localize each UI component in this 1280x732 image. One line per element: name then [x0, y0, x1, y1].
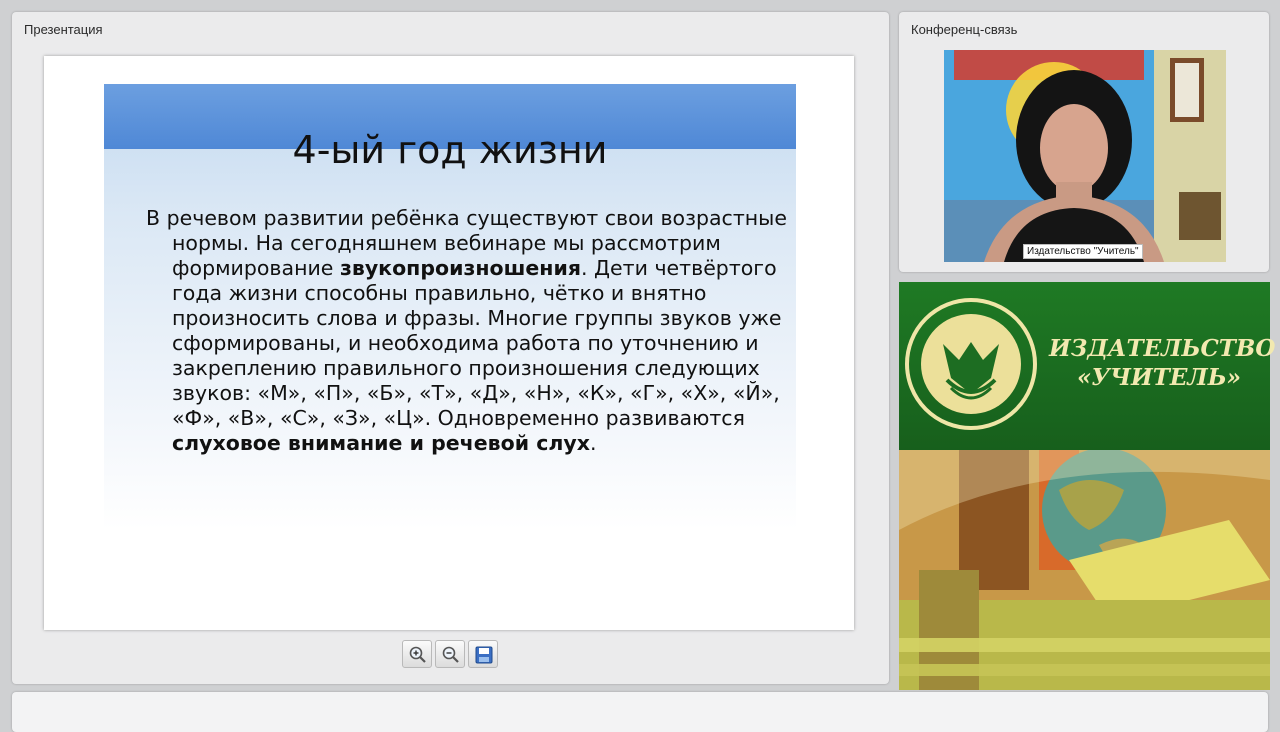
- presentation-panel: Презентация 4-ый год жизни В речевом раз…: [12, 12, 889, 684]
- publisher-banner: ИЗДАТЕЛЬСТВО «УЧИТЕЛЬ»: [899, 282, 1276, 450]
- slide-title: 4-ый год жизни: [292, 128, 608, 172]
- decorative-books-illustration: [899, 450, 1270, 690]
- books-globe-image: [899, 450, 1270, 690]
- open-book-emblem-icon: [943, 342, 999, 400]
- zoom-in-button[interactable]: [402, 640, 432, 668]
- slide-text-bold-2: слуховое внимание и речевой слух: [172, 431, 590, 455]
- save-button[interactable]: [468, 640, 498, 668]
- slide: 4-ый год жизни В речевом развитии ребёнк…: [104, 84, 796, 530]
- participant-name-tag: Издательство "Учитель": [1023, 244, 1143, 259]
- bottom-panel: [12, 692, 1268, 732]
- floppy-disk-icon: [475, 646, 493, 664]
- webcam-video: Издательство "Учитель": [944, 50, 1226, 262]
- zoom-in-icon: [409, 646, 426, 663]
- video-feed-image: [944, 50, 1226, 262]
- slide-text-bold-1: звукопроизношения: [339, 256, 581, 280]
- publisher-name: ИЗДАТЕЛЬСТВО «УЧИТЕЛЬ»: [1049, 334, 1276, 392]
- publisher-logo: [905, 298, 1037, 430]
- zoom-out-icon: [442, 646, 459, 663]
- slide-text-part-2: . Дети четвёртого года жизни способны пр…: [172, 256, 782, 430]
- presentation-panel-title: Презентация: [24, 22, 103, 37]
- slide-body-text: В речевом развитии ребёнка существуют св…: [146, 206, 792, 456]
- publisher-name-line-2: «УЧИТЕЛЬ»: [1076, 364, 1242, 391]
- conference-panel-title: Конференц-связь: [911, 22, 1018, 37]
- publisher-name-line-1: ИЗДАТЕЛЬСТВО: [1049, 335, 1276, 362]
- conference-panel: Конференц-связь Издательство "Учитель": [899, 12, 1269, 272]
- slide-text-part-3: .: [589, 431, 597, 455]
- slide-viewer: 4-ый год жизни В речевом развитии ребёнк…: [44, 56, 854, 630]
- zoom-out-button[interactable]: [435, 640, 465, 668]
